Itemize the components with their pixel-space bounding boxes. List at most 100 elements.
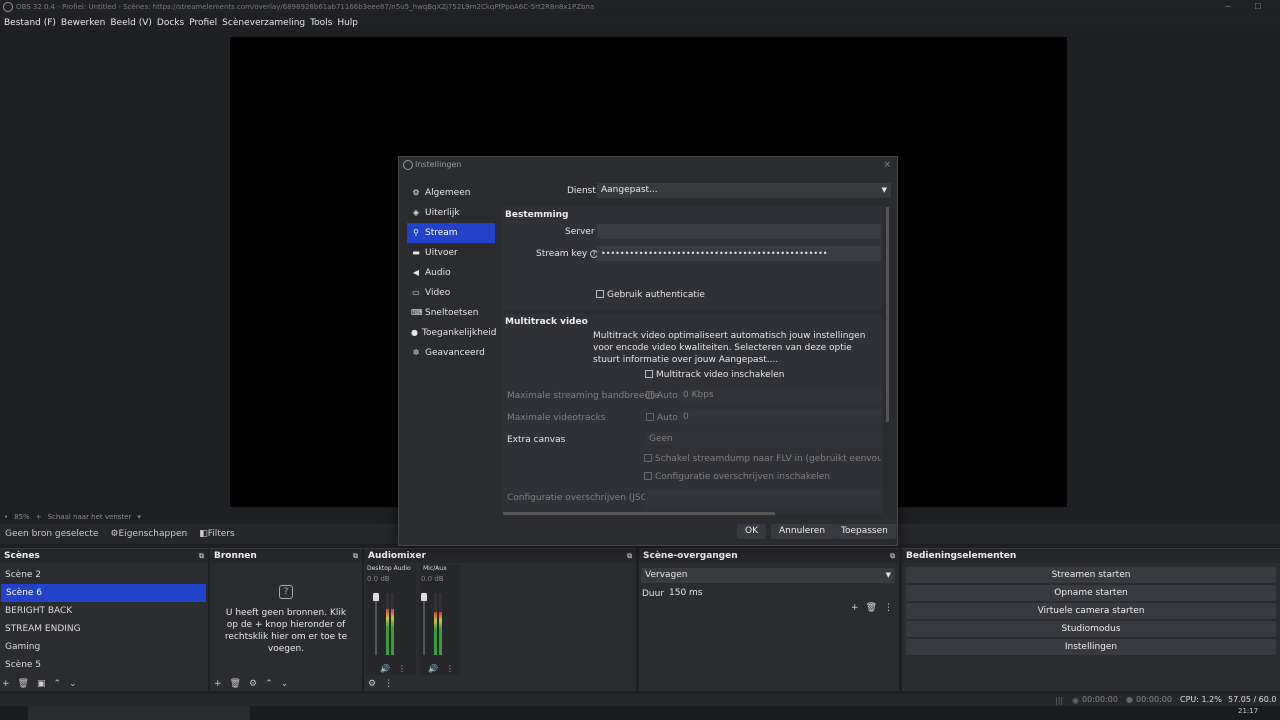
remove-source-button[interactable]: 🗑 [230,679,241,689]
server-input[interactable] [597,224,881,239]
volume-slider[interactable] [421,593,427,655]
chevron-down-icon[interactable]: ▾ [137,513,141,521]
extra-canvas-select[interactable]: Geen [645,432,881,447]
filters-scene-button[interactable]: ▣ [37,679,46,689]
nav-stream[interactable]: ⚲ Stream [407,223,495,243]
menu-hulp[interactable]: Hulp [337,18,358,28]
ok-button[interactable]: OK [737,524,766,539]
float-icon[interactable]: ⧉ [199,549,204,563]
scene-item[interactable]: BERIGHT BACK [0,602,208,620]
nav-audio[interactable]: ◀ Audio [407,263,495,283]
more-icon[interactable]: ⋮ [446,664,454,673]
transition-more-button[interactable]: ⋮ [884,603,893,613]
obs-logo-icon [3,2,13,12]
close-button[interactable]: × [883,157,891,173]
nav-output[interactable]: ▬ Uitvoer [407,243,495,263]
channel-controls: 🔊 ⋮ [380,664,406,673]
filters-button[interactable]: ◧Filters [199,529,235,539]
audiomixer-title: Audiomixer [368,551,426,561]
override-config-checkbox[interactable]: Configuratie overschrijven inschakelen [644,472,830,482]
scene-item[interactable]: Scène 5 [0,656,208,674]
nav-general[interactable]: ⚙ Algemeen [407,183,495,203]
zoom-marker: • [4,513,9,521]
add-transition-button[interactable]: + [851,603,859,613]
menu-bestand[interactable]: Bestand (F) [4,18,56,28]
zoom-plus-button[interactable]: + [36,513,42,521]
horizontal-scrollbar[interactable] [503,512,775,515]
float-icon[interactable]: ⧉ [890,549,895,563]
scene-item[interactable]: Gaming [0,638,208,656]
properties-button[interactable]: ⚙Eigenschappen [110,529,187,539]
use-auth-checkbox[interactable]: Gebruik authenticatie [596,290,705,300]
scene-item-selected[interactable]: Scène 6 [1,584,206,602]
volume-slider[interactable] [373,593,379,655]
streamkey-label-text: Stream key [536,249,588,259]
destination-title: Bestemming [505,210,569,220]
antenna-icon: ⚲ [413,228,419,237]
cancel-button[interactable]: Annuleren [771,524,834,539]
minimize-button[interactable]: ─ [1220,0,1236,14]
speaker-icon[interactable]: 🔊 [428,664,438,673]
override-json-input[interactable] [645,490,881,508]
gear-icon: ⚙ [110,529,119,539]
scale-mode-select[interactable]: Schaal naar het venster [48,513,132,521]
nav-hotkeys[interactable]: ⌨ Sneltoetsen [407,303,495,323]
monitor-icon: ▭ [412,288,420,297]
apply-button[interactable]: Toepassen [833,524,896,539]
move-down-button[interactable]: ⌄ [281,679,289,689]
menu-profiel[interactable]: Profiel [189,18,217,28]
max-bandwidth-input[interactable]: 0 Kbps [679,388,881,403]
menu-docks[interactable]: Docks [157,18,184,28]
multitrack-enable-checkbox[interactable]: Multitrack video inschakelen [645,370,784,380]
menu-bewerken[interactable]: Bewerken [61,18,105,28]
volume-handle[interactable] [421,593,427,601]
source-properties-button[interactable]: ⚙ [249,679,257,689]
auto-bandwidth-checkbox[interactable]: Auto [646,391,678,401]
remove-scene-button[interactable]: 🗑 [18,679,29,689]
scene-item[interactable]: STREAM ENDING [0,620,208,638]
nav-advanced[interactable]: ✲ Geavanceerd [407,343,495,363]
taskbar-search[interactable] [28,706,250,720]
scenes-header: Scènes ⧉ [0,549,208,563]
nav-label: Algemeen [425,188,471,198]
audio-settings-button[interactable]: ⚙ [368,679,376,689]
move-up-button[interactable]: ⌃ [54,679,62,689]
move-up-button[interactable]: ⌃ [265,679,273,689]
move-down-button[interactable]: ⌄ [69,679,77,689]
vertical-scrollbar[interactable] [886,207,889,422]
add-source-button[interactable]: + [214,679,222,689]
remove-transition-button[interactable]: 🗑 [866,603,877,613]
checkbox-icon [644,472,652,480]
settings-button[interactable]: Instellingen [906,639,1276,655]
more-icon[interactable]: ⋮ [398,664,406,673]
streamkey-input[interactable]: ••••••••••••••••••••••••••••••••••••••••… [597,246,881,261]
float-icon[interactable]: ⧉ [627,549,632,563]
studio-mode-button[interactable]: Studiomodus [906,621,1276,637]
nav-video[interactable]: ▭ Video [407,283,495,303]
scenes-dock: Scènes ⧉ Scène 2 Scène 6 BERIGHT BACK STR… [0,548,208,691]
add-scene-button[interactable]: + [2,679,10,689]
scenes-toolbar: + 🗑 ▣ ⌃ ⌄ [2,679,77,689]
maximize-button[interactable]: ☐ [1250,0,1266,14]
dump-flv-label: Schakel streamdump naar FLV in (gebruikt… [655,454,881,464]
menu-beeld[interactable]: Beeld (V) [110,18,152,28]
scene-item[interactable]: Scène 2 [0,566,208,584]
start-recording-button[interactable]: Opname starten [906,585,1276,601]
start-virtual-camera-button[interactable]: Virtuele camera starten [906,603,1276,619]
float-icon[interactable]: ⧉ [353,549,358,563]
speaker-icon[interactable]: 🔊 [380,664,390,673]
auto-tracks-checkbox[interactable]: Auto [646,413,678,423]
volume-handle[interactable] [373,593,379,601]
nav-accessibility[interactable]: ● Toegankelijkheid [407,323,497,343]
menu-tools[interactable]: Tools [310,18,332,28]
service-select[interactable]: Aangepast... ▼ [597,183,891,198]
title-bar: OBS 32.0.4 - Profiel: Untitled - Scènes:… [0,0,1280,14]
max-tracks-input[interactable]: 0 [679,410,881,425]
menu-sceneverzameling[interactable]: Scèneverzameling [222,18,305,28]
dump-flv-checkbox[interactable]: Schakel streamdump naar FLV in (gebruikt… [644,454,881,464]
start-streaming-button[interactable]: Streamen starten [906,567,1276,583]
nav-appearance[interactable]: ◈ Uiterlijk [407,203,495,223]
duration-input[interactable]: 150 ms [665,586,889,601]
audio-more-button[interactable]: ⋮ [384,679,393,689]
transition-type-select[interactable]: Vervagen ▼ [641,568,895,583]
